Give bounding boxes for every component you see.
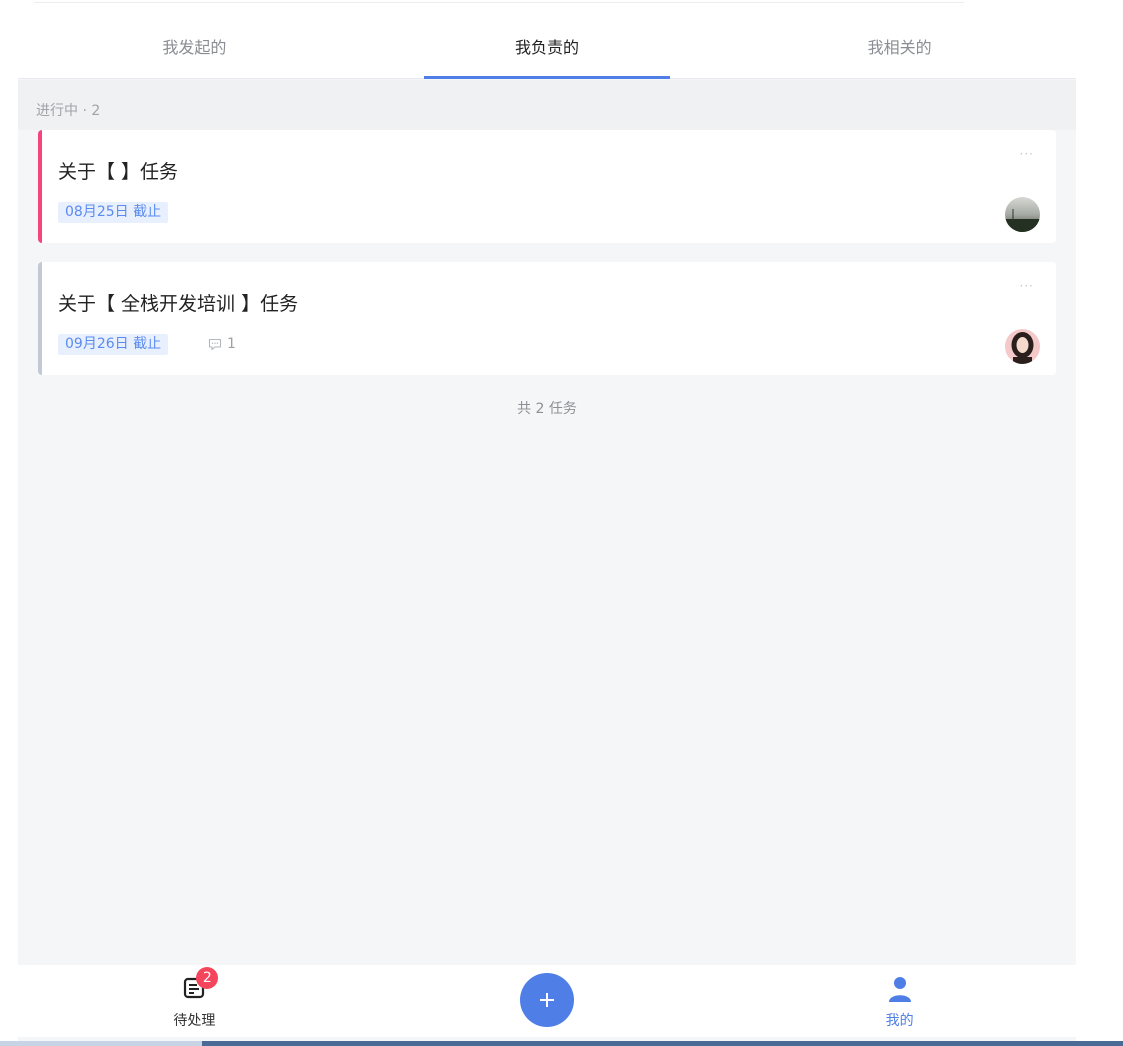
nav-pending-label: 待处理 xyxy=(173,1013,216,1029)
tab-related[interactable]: 我相关的 xyxy=(723,16,1076,78)
tab-initiated[interactable]: 我发起的 xyxy=(18,16,371,78)
bottom-nav: 2 待处理 我的 xyxy=(18,965,1076,1037)
add-task-button[interactable] xyxy=(520,973,574,1027)
task-card[interactable]: 关于【 全栈开发培训 】任务 09月26日 截止 1 ··· xyxy=(38,262,1056,375)
nav-add[interactable] xyxy=(371,965,724,1037)
taskbar-segment xyxy=(0,1041,202,1046)
tab-responsible[interactable]: 我负责的 xyxy=(371,16,724,78)
task-app: 我发起的 我负责的 我相关的 进行中 · 2 关于【 】任务 08月25日 截止… xyxy=(18,0,1076,1046)
due-date-tag: 08月25日 截止 xyxy=(58,202,169,223)
task-title: 关于【 】任务 xyxy=(58,161,179,183)
plus-icon xyxy=(540,993,554,1007)
top-strip xyxy=(18,0,1076,16)
user-icon xyxy=(887,976,913,1006)
comment-count-label: 1 xyxy=(227,336,236,352)
task-total: 共 2 任务 xyxy=(517,401,577,417)
task-title: 关于【 全栈开发培训 】任务 xyxy=(58,293,299,315)
taskbar-strip xyxy=(0,1041,1123,1046)
more-icon[interactable]: ··· xyxy=(1020,279,1034,293)
divider xyxy=(34,2,964,3)
tab-bar: 我发起的 我负责的 我相关的 xyxy=(18,16,1076,79)
comment-count[interactable]: 1 xyxy=(208,334,236,355)
more-icon[interactable]: ··· xyxy=(1020,147,1034,161)
priority-bar xyxy=(38,262,42,375)
due-date-tag: 09月26日 截止 xyxy=(58,334,169,355)
nav-mine-label: 我的 xyxy=(885,1013,914,1029)
nav-pending[interactable]: 2 待处理 xyxy=(18,965,371,1037)
section-label: 进行中 · 2 xyxy=(36,103,101,119)
comment-icon xyxy=(208,338,222,351)
priority-bar xyxy=(38,130,42,243)
nav-mine[interactable]: 我的 xyxy=(723,965,1076,1037)
todo-list-icon: 2 xyxy=(182,967,219,1004)
avatar[interactable] xyxy=(1005,329,1040,364)
avatar[interactable] xyxy=(1005,197,1040,232)
notification-badge: 2 xyxy=(196,967,219,989)
task-card[interactable]: 关于【 】任务 08月25日 截止 ··· xyxy=(38,130,1056,243)
section-header: 进行中 · 2 xyxy=(18,80,1076,130)
